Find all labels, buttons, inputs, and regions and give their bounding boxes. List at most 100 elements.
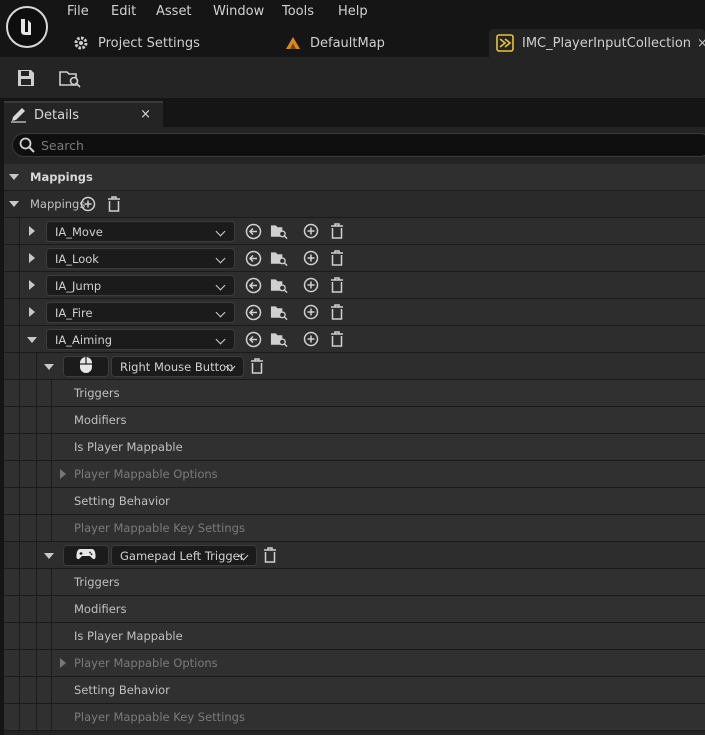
property-label: Setting Behavior <box>74 683 170 697</box>
save-button[interactable] <box>15 67 37 89</box>
browse-to-asset-button[interactable] <box>270 330 288 348</box>
property-row[interactable]: Is Player Mappable <box>4 623 705 650</box>
add-mapping-button[interactable] <box>302 303 320 321</box>
use-selected-asset-button[interactable] <box>244 249 262 267</box>
remove-key-mapping-button[interactable] <box>261 546 279 564</box>
input-action-name: IA_Move <box>55 224 103 239</box>
tab-project-settings[interactable]: Project Settings <box>72 29 200 57</box>
trash-icon <box>331 250 343 266</box>
property-row[interactable]: Modifiers <box>4 407 705 434</box>
key-picker[interactable]: Right Mouse Button <box>111 356 244 377</box>
add-mapping-button[interactable] <box>302 276 320 294</box>
menu-file[interactable]: File <box>67 4 89 19</box>
browse-to-asset-button[interactable] <box>270 276 288 294</box>
input-action-name: IA_Jump <box>55 278 102 293</box>
search-box[interactable] <box>12 133 705 157</box>
search-input[interactable] <box>41 137 641 153</box>
key-mapping-row: Right Mouse Button <box>4 353 705 380</box>
use-selected-asset-button[interactable] <box>244 330 262 348</box>
property-label: Player Mappable Key Settings <box>74 710 245 724</box>
plus-circle-icon <box>303 277 319 293</box>
key-selector-button[interactable] <box>63 356 109 377</box>
menu-help[interactable]: Help <box>338 4 368 19</box>
expand-arrow-icon[interactable] <box>29 307 35 317</box>
browse-to-asset-button[interactable] <box>270 222 288 240</box>
use-selected-asset-button[interactable] <box>244 222 262 240</box>
property-row[interactable]: Setting Behavior <box>4 488 705 515</box>
trash-icon <box>331 223 343 239</box>
add-mapping-button[interactable] <box>302 330 320 348</box>
expand-arrow-icon[interactable] <box>60 658 66 668</box>
plus-circle-icon <box>303 250 319 266</box>
add-mapping-button[interactable] <box>302 249 320 267</box>
remove-action-button[interactable] <box>328 276 346 294</box>
asset-toolbar <box>0 57 705 98</box>
input-action-picker[interactable]: IA_Jump <box>46 275 235 296</box>
arrow-left-circle-icon <box>245 223 261 239</box>
property-row[interactable]: Player Mappable Options <box>4 461 705 488</box>
remove-action-button[interactable] <box>328 222 346 240</box>
property-row[interactable]: Player Mappable Options <box>4 650 705 677</box>
chevron-down-icon <box>215 334 226 345</box>
browse-folder-icon <box>270 305 288 320</box>
unreal-logo-icon[interactable] <box>6 6 48 48</box>
browse-to-asset-button[interactable] <box>270 303 288 321</box>
input-action-picker[interactable]: IA_Fire <box>46 302 235 323</box>
remove-action-button[interactable] <box>328 303 346 321</box>
gamepad-icon <box>76 547 96 564</box>
title-bar: File Edit Asset Window Tools Help Projec… <box>0 0 705 57</box>
menu-asset[interactable]: Asset <box>156 4 192 19</box>
key-picker[interactable]: Gamepad Left Trigger <box>111 545 257 566</box>
expand-arrow-icon[interactable] <box>29 253 35 263</box>
collapse-arrow-icon[interactable] <box>9 174 19 180</box>
property-row[interactable]: Is Player Mappable <box>4 434 705 461</box>
trash-icon <box>331 331 343 347</box>
property-row[interactable]: Triggers <box>4 380 705 407</box>
expand-arrow-icon[interactable] <box>29 226 35 236</box>
browse-button[interactable] <box>59 67 81 89</box>
menu-window[interactable]: Window <box>213 4 264 19</box>
property-row[interactable]: Setting Behavior <box>4 677 705 704</box>
property-row[interactable]: Triggers <box>4 569 705 596</box>
browse-to-asset-button[interactable] <box>270 249 288 267</box>
property-row[interactable]: Player Mappable Key Settings <box>4 515 705 542</box>
gamepad-icon <box>76 549 96 560</box>
remove-action-button[interactable] <box>328 249 346 267</box>
mappings-array-label: Mappings <box>30 197 86 211</box>
collapse-arrow-icon[interactable] <box>44 364 54 370</box>
action-mapping-row: IA_Aiming <box>4 326 705 353</box>
action-mapping-row: IA_Look <box>4 245 705 272</box>
input-action-picker[interactable]: IA_Move <box>46 221 235 242</box>
menu-edit[interactable]: Edit <box>111 4 136 19</box>
collapse-arrow-icon[interactable] <box>9 201 19 207</box>
collapse-arrow-icon[interactable] <box>27 337 37 343</box>
add-mapping-button[interactable] <box>302 222 320 240</box>
remove-key-mapping-button[interactable] <box>248 357 266 375</box>
details-tab[interactable]: Details × <box>4 101 163 127</box>
menu-tools[interactable]: Tools <box>282 4 314 19</box>
category-mappings[interactable]: Mappings <box>4 164 705 191</box>
expand-arrow-icon[interactable] <box>29 280 35 290</box>
collapse-arrow-icon[interactable] <box>44 553 54 559</box>
property-row[interactable]: Player Mappable Key Settings <box>4 704 705 731</box>
remove-action-button[interactable] <box>328 330 346 348</box>
property-row[interactable]: Modifiers <box>4 596 705 623</box>
property-label: Player Mappable Options <box>74 467 218 481</box>
property-label: Player Mappable Key Settings <box>74 521 245 535</box>
input-action-picker[interactable]: IA_Aiming <box>46 329 235 350</box>
tab-imc-player-input-collection[interactable]: IMC_PlayerInputCollection × <box>496 29 705 57</box>
add-element-button[interactable] <box>79 195 97 213</box>
input-action-picker[interactable]: IA_Look <box>46 248 235 269</box>
clear-all-button[interactable] <box>105 195 123 213</box>
tab-default-map[interactable]: DefaultMap <box>284 29 385 57</box>
action-mapping-row: IA_Jump <box>4 272 705 299</box>
browse-folder-icon <box>270 332 288 347</box>
key-selector-button[interactable] <box>63 545 109 566</box>
close-details-button[interactable]: × <box>140 107 151 122</box>
expand-arrow-icon[interactable] <box>60 469 66 479</box>
close-tab-button[interactable]: × <box>697 36 705 51</box>
plus-circle-icon <box>303 304 319 320</box>
use-selected-asset-button[interactable] <box>244 303 262 321</box>
use-selected-asset-button[interactable] <box>244 276 262 294</box>
key-mapping-row: Gamepad Left Trigger <box>4 542 705 569</box>
